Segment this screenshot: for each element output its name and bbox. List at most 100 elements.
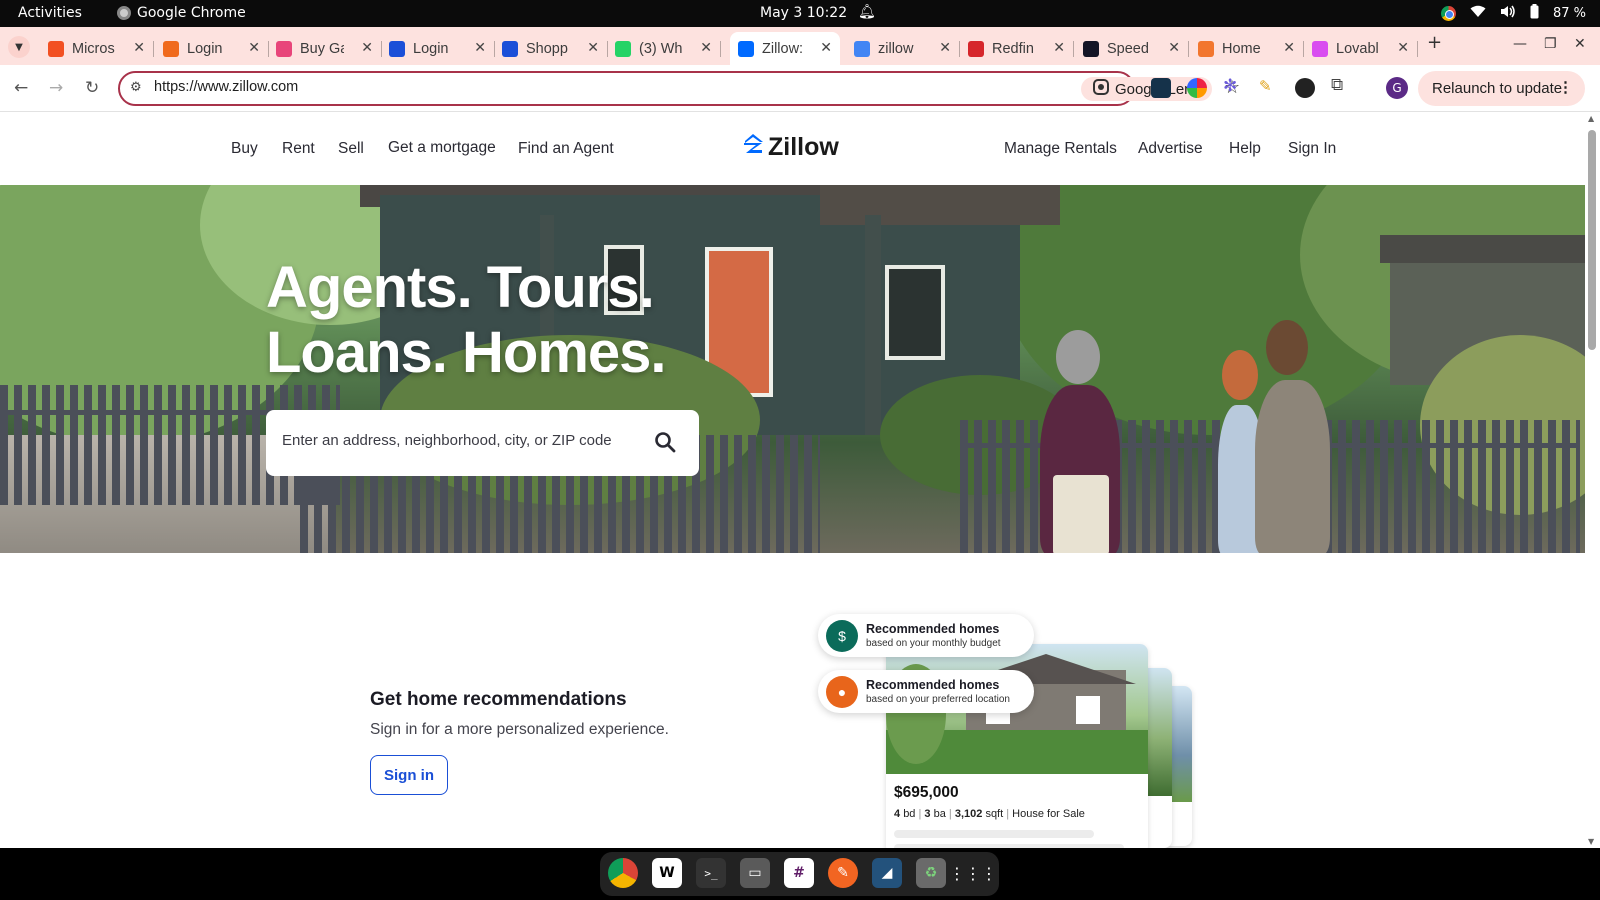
close-tab-icon[interactable]: ✕ <box>700 40 712 56</box>
nav-manage-rentals[interactable]: Manage Rentals <box>1004 140 1117 158</box>
nav-buy[interactable]: Buy <box>231 140 258 158</box>
pill-monthly-budget: $ Recommended homes based on your monthl… <box>818 614 1034 657</box>
recommendations-sign-in-button[interactable]: Sign in <box>370 755 448 795</box>
recommendations-title: Get home recommendations <box>370 689 627 710</box>
tab-6[interactable]: (3) Wh ✕ <box>607 32 721 65</box>
magic-wand-extension-icon[interactable]: ✎ <box>1259 77 1279 97</box>
site-settings-icon[interactable]: ⚙︎ <box>130 80 142 95</box>
tab-search-button[interactable]: ▼ <box>8 36 30 58</box>
slack-dock-icon[interactable]: # <box>784 858 814 888</box>
battery-icon <box>1530 4 1539 23</box>
listing-beds: 4 <box>894 808 901 820</box>
tab-3[interactable]: Buy Ga ✕ <box>268 32 382 65</box>
tab-2[interactable]: Login ✕ <box>155 32 269 65</box>
trash-dock-icon[interactable]: ♻ <box>916 858 946 888</box>
zillow-logo[interactable]: Zillow <box>742 133 839 162</box>
listing-baths: 3 <box>924 808 931 820</box>
address-bar[interactable]: ⚙︎ Google Lens ☆ <box>118 71 1240 106</box>
show-apps-grid-icon[interactable]: ⋮⋮⋮ <box>949 858 997 888</box>
menu-dots-icon[interactable]: ⋮ <box>1558 78 1573 96</box>
speedtest-logo-icon <box>1083 40 1099 57</box>
tab-5[interactable]: Shopp ✕ <box>494 32 608 65</box>
back-arrow-icon[interactable]: ← <box>14 78 28 98</box>
tab-title: Lovabl <box>1336 40 1379 57</box>
tab-separator <box>1188 41 1189 57</box>
nav-get-a-mortgage[interactable]: Get a mortgage <box>388 139 496 157</box>
tab-title: Login <box>413 40 449 57</box>
reload-icon[interactable]: ↻ <box>85 78 99 98</box>
scroll-up-arrow-icon[interactable]: ▲ <box>1588 114 1594 123</box>
activities-button[interactable]: Activities <box>18 5 82 21</box>
close-tab-icon[interactable]: ✕ <box>939 40 951 56</box>
zillow-header: Buy Rent Sell Get a mortgage Find an Age… <box>0 112 1585 185</box>
react-devtools-extension-icon[interactable] <box>1151 78 1171 98</box>
tab-separator <box>1073 41 1074 57</box>
extensions-puzzle-icon[interactable]: ⧉ <box>1331 75 1351 95</box>
snowflake-extension-icon[interactable]: ✻ <box>1223 76 1243 96</box>
wordpress-extension-icon[interactable] <box>1295 78 1315 98</box>
new-tab-button[interactable]: + <box>1427 32 1442 53</box>
tab-1[interactable]: Micros ✕ <box>40 32 154 65</box>
page-scrollbar[interactable]: ▲ ▼ <box>1585 112 1600 848</box>
google-logo-icon <box>854 40 870 57</box>
lens-icon <box>1092 79 1109 99</box>
lovable-logo-icon <box>1312 40 1328 57</box>
nav-rent[interactable]: Rent <box>282 140 315 158</box>
w-logo-icon <box>502 40 518 57</box>
close-tab-icon[interactable]: ✕ <box>248 40 260 56</box>
hero-headline-line1: Agents. Tours. <box>266 255 655 320</box>
close-tab-icon[interactable]: ✕ <box>1053 40 1065 56</box>
system-tray[interactable]: 87 % <box>1440 4 1586 23</box>
address-search-input[interactable] <box>282 432 627 449</box>
close-tab-icon[interactable]: ✕ <box>1168 40 1180 56</box>
tab-11[interactable]: Home ✕ <box>1190 32 1304 65</box>
scroll-down-arrow-icon[interactable]: ▼ <box>1588 837 1594 846</box>
close-tab-icon[interactable]: ✕ <box>820 40 832 56</box>
scrollbar-thumb[interactable] <box>1588 130 1596 350</box>
relaunch-to-update-button[interactable]: Relaunch to update ⋮ <box>1418 71 1585 106</box>
tab-10[interactable]: Speed ✕ <box>1075 32 1189 65</box>
tab-7[interactable]: Zillow: ✕ <box>730 32 840 65</box>
pinwheel-logo-icon <box>276 40 292 57</box>
recommendations-subtitle: Sign in for a more personalized experien… <box>370 721 669 738</box>
tab-8[interactable]: zillow ✕ <box>846 32 960 65</box>
close-tab-icon[interactable]: ✕ <box>1283 40 1295 56</box>
nav-advertise[interactable]: Advertise <box>1138 140 1203 158</box>
forward-arrow-icon[interactable]: → <box>49 78 63 98</box>
files-dock-icon[interactable]: ▭ <box>740 858 770 888</box>
chrome-tray-icon[interactable] <box>1440 6 1456 21</box>
pill-preferred-location: ● Recommended homes based on your prefer… <box>818 670 1034 713</box>
listing-price: $695,000 <box>894 784 959 801</box>
minimize-icon[interactable]: — <box>1513 36 1527 52</box>
alarm-bell-icon: 🔔︎ <box>858 4 876 20</box>
close-tab-icon[interactable]: ✕ <box>587 40 599 56</box>
postman-dock-icon[interactable]: ✎ <box>828 858 858 888</box>
nav-find-an-agent[interactable]: Find an Agent <box>518 140 614 158</box>
close-tab-icon[interactable]: ✕ <box>1397 40 1409 56</box>
restore-icon[interactable]: ❐ <box>1544 36 1557 52</box>
listing-beds-unit: bd <box>903 808 916 820</box>
nav-sell[interactable]: Sell <box>338 140 364 158</box>
close-tab-icon[interactable]: ✕ <box>133 40 145 56</box>
nav-help[interactable]: Help <box>1229 140 1261 158</box>
clock[interactable]: May 3 10:22 <box>760 5 847 21</box>
color-extension-icon[interactable] <box>1187 78 1207 98</box>
nav-sign-in[interactable]: Sign In <box>1288 140 1336 158</box>
app-menu[interactable]: Google Chrome <box>117 5 246 21</box>
close-tab-icon[interactable]: ✕ <box>474 40 486 56</box>
notion-dock-icon[interactable]: W <box>652 858 682 888</box>
mysql-workbench-dock-icon[interactable]: ◢ <box>872 858 902 888</box>
close-window-icon[interactable]: ✕ <box>1574 36 1586 52</box>
terminal-dock-icon[interactable]: >_ <box>696 858 726 888</box>
tab-9[interactable]: Redfin ✕ <box>960 32 1074 65</box>
zillow-z-icon <box>742 133 764 162</box>
tab-12[interactable]: Lovabl ✕ <box>1304 32 1418 65</box>
search-icon[interactable] <box>654 431 676 453</box>
profile-avatar[interactable]: G <box>1386 77 1408 99</box>
close-tab-icon[interactable]: ✕ <box>361 40 373 56</box>
tab-4[interactable]: Login ✕ <box>381 32 495 65</box>
url-input[interactable] <box>154 79 934 95</box>
chrome-dock-icon[interactable] <box>608 858 638 888</box>
hero-section: Agents. Tours. Loans. Homes. <box>0 185 1585 553</box>
hero-search-box <box>266 410 699 476</box>
